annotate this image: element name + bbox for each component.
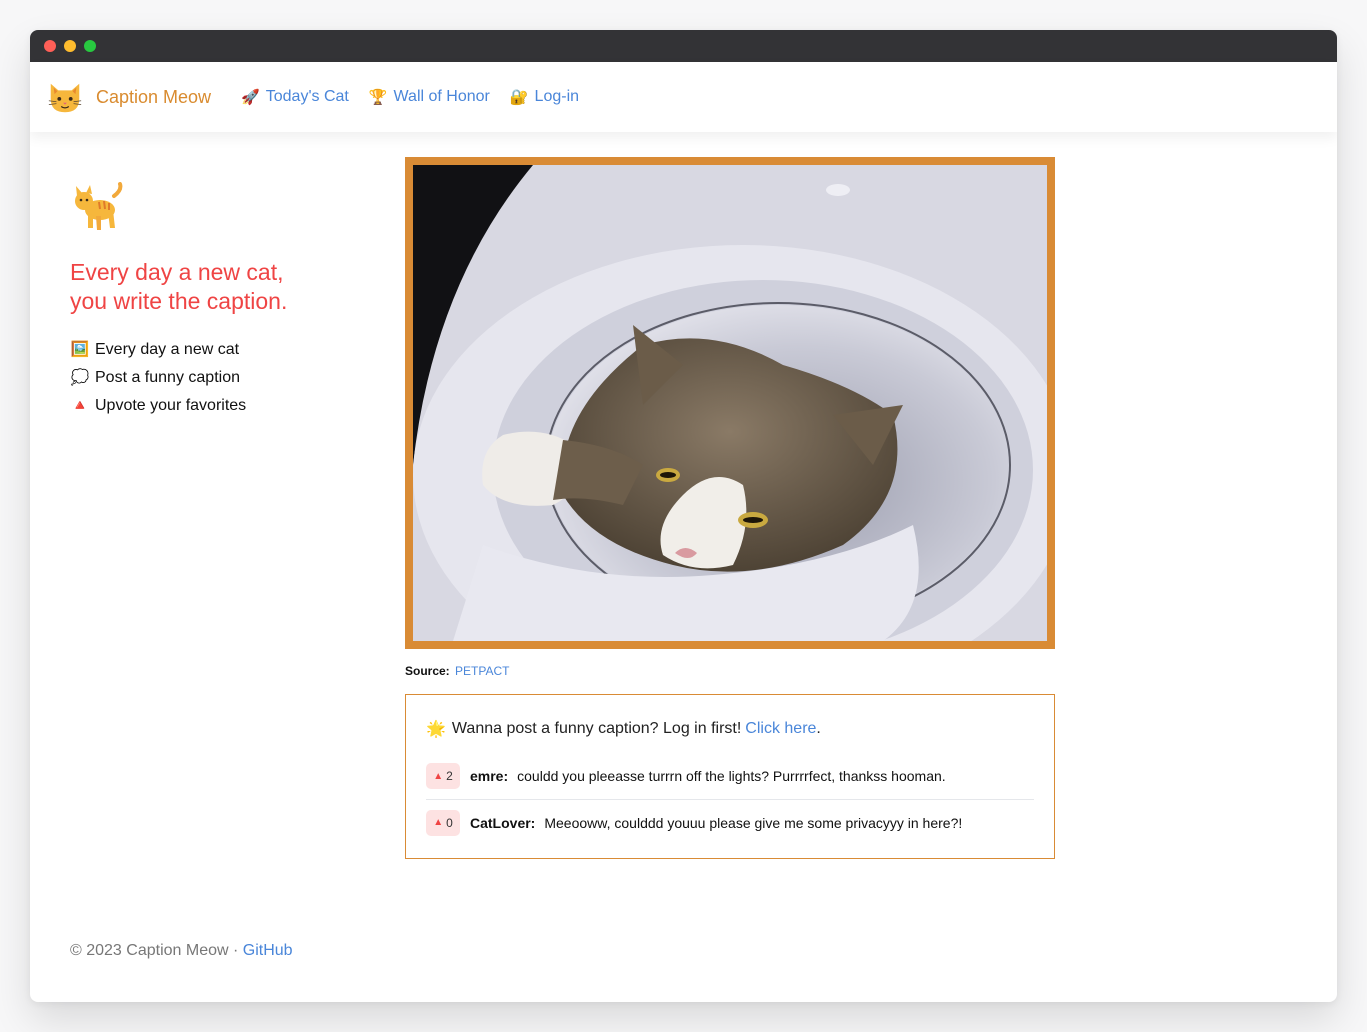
feature-list: 🖼️ Every day a new cat 💭 Post a funny ca… xyxy=(70,336,370,420)
feature-label: Upvote your favorites xyxy=(95,397,247,414)
caption-text: couldd you pleeasse turrrn off the light… xyxy=(517,768,946,784)
login-prompt: 🌟 Wanna post a funny caption? Log in fir… xyxy=(426,719,1034,739)
caption-text: Meeooww, coulddd youuu please give me so… xyxy=(544,814,963,831)
cat-icon xyxy=(75,182,123,230)
tagline: Every day a new cat, you write the capti… xyxy=(70,258,340,316)
main-content: Every day a new cat, you write the capti… xyxy=(30,132,1337,1002)
nav-link-todays-cat[interactable]: 🚀 Today's Cat xyxy=(241,88,349,106)
minimize-window-button[interactable] xyxy=(64,40,76,52)
upvote-button[interactable]: ▲ 2 xyxy=(426,763,460,789)
feature-item: 💭 Post a funny caption xyxy=(70,364,370,392)
caption-item: ▲ 0 CatLover: Meeooww, coulddd youuu ple… xyxy=(426,799,1034,845)
vote-count: 2 xyxy=(446,769,453,783)
source-link[interactable]: PETPACT xyxy=(455,664,509,678)
cat-face-icon xyxy=(48,83,82,113)
window-titlebar xyxy=(30,30,1337,62)
caption-author: emre: xyxy=(470,768,509,784)
login-prompt-text: Wanna post a funny caption? Log in first… xyxy=(451,720,742,737)
trophy-icon: 🏆 xyxy=(368,89,388,106)
tagline-line-2: you write the caption. xyxy=(70,288,288,314)
nav-link-label: Wall of Honor xyxy=(393,88,490,105)
footer-text: © 2023 Caption Meow · xyxy=(70,942,243,959)
upvote-triangle-icon: 🔺 xyxy=(70,397,90,414)
rocket-icon: 🚀 xyxy=(241,89,260,106)
maximize-window-button[interactable] xyxy=(84,40,96,52)
caption-item: ▲ 2 emre: couldd you pleeasse turrrn off… xyxy=(426,753,1034,799)
caption-panel: 🌟 Wanna post a funny caption? Log in fir… xyxy=(405,694,1055,859)
photo-source: Source: PETPACT xyxy=(405,664,509,678)
vote-count: 0 xyxy=(446,815,453,830)
cat-photo-frame xyxy=(405,157,1055,649)
feature-item: 🔺 Upvote your favorites xyxy=(70,392,370,420)
framed-picture-icon: 🖼️ xyxy=(70,341,90,358)
close-window-button[interactable] xyxy=(44,40,56,52)
nav-link-wall-of-honor[interactable]: 🏆 Wall of Honor xyxy=(369,88,490,106)
brand-name: Caption Meow xyxy=(96,86,212,107)
tagline-line-1: Every day a new cat, xyxy=(70,259,284,285)
nav-links: 🚀 Today's Cat 🏆 Wall of Honor 🔐 Log-in xyxy=(241,88,579,106)
login-prompt-link[interactable]: Click here xyxy=(745,720,816,738)
feature-label: Post a funny caption xyxy=(95,369,240,386)
upvote-icon: ▲ xyxy=(433,817,444,828)
nav-link-label: Today's Cat xyxy=(265,88,349,105)
browser-window: Caption Meow 🚀 Today's Cat 🏆 Wall of Hon… xyxy=(30,30,1337,1002)
thought-bubble-icon: 💭 xyxy=(70,369,90,386)
feature-item: 🖼️ Every day a new cat xyxy=(70,336,370,364)
feature-label: Every day a new cat xyxy=(95,341,240,358)
star-icon: 🌟 xyxy=(426,721,446,738)
top-navbar: Caption Meow 🚀 Today's Cat 🏆 Wall of Hon… xyxy=(30,62,1337,132)
nav-link-log-in[interactable]: 🔐 Log-in xyxy=(510,88,579,106)
upvote-icon: ▲ xyxy=(433,770,444,782)
caption-author: CatLover: xyxy=(470,814,536,831)
page-footer: © 2023 Caption Meow · GitHub xyxy=(70,942,293,960)
lock-icon: 🔐 xyxy=(509,89,529,106)
caption-list: ▲ 2 emre: couldd you pleeasse turrrn off… xyxy=(426,753,1034,845)
brand-link[interactable]: Caption Meow xyxy=(46,78,211,116)
nav-link-label: Log-in xyxy=(534,88,580,105)
login-prompt-suffix: . xyxy=(816,720,821,737)
cat-photo xyxy=(413,165,1047,641)
intro-sidebar: Every day a new cat, you write the capti… xyxy=(70,182,370,420)
github-link[interactable]: GitHub xyxy=(243,942,293,959)
upvote-button[interactable]: ▲ 0 xyxy=(426,809,460,836)
source-label: Source: xyxy=(405,664,450,678)
